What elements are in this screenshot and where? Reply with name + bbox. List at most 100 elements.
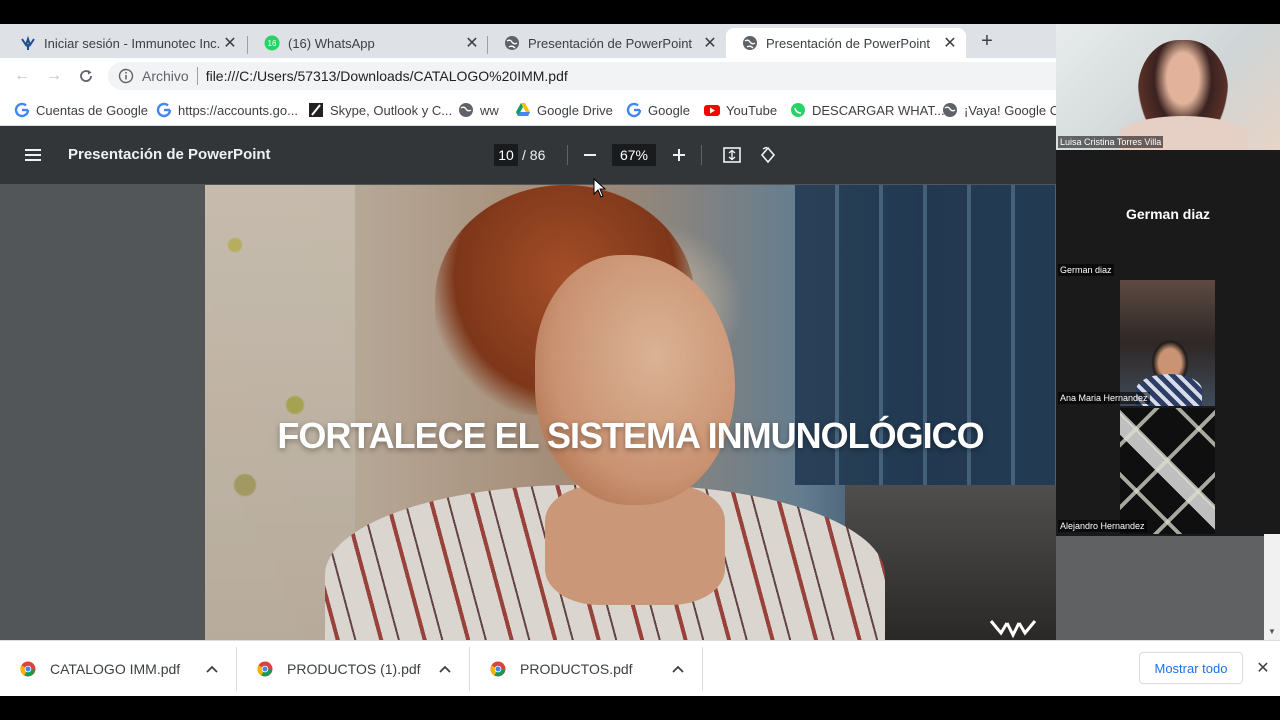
google-icon xyxy=(14,102,30,118)
chrome-icon xyxy=(20,661,36,677)
mouse-cursor-icon xyxy=(593,177,607,198)
participant-tile[interactable]: Luisa Cristina Torres Villa xyxy=(1056,24,1280,150)
chevron-up-icon[interactable] xyxy=(202,659,222,679)
immunotec-logo-icon xyxy=(987,615,1039,640)
tab-powerpoint-1[interactable]: Presentación de PowerPoint ✕ xyxy=(488,28,726,58)
drive-icon xyxy=(515,102,531,118)
bookmark-google[interactable]: Google xyxy=(626,100,690,120)
scroll-down-icon[interactable]: ▼ xyxy=(1268,627,1276,636)
chevron-up-icon[interactable] xyxy=(668,659,688,679)
bookmark-label: YouTube xyxy=(726,102,778,118)
empty-tile xyxy=(1056,536,1280,640)
participant-name: German diaz xyxy=(1058,264,1114,276)
pdf-viewer[interactable]: FORTALECE EL SISTEMA INMUNOLÓGICO xyxy=(0,184,1056,640)
bookmark-youtube[interactable]: YouTube xyxy=(704,100,777,120)
new-tab-button[interactable]: + xyxy=(976,30,998,52)
bookmark-label: DESCARGAR WHAT... xyxy=(812,102,945,118)
slide-title: FORTALECE EL SISTEMA INMUNOLÓGICO xyxy=(277,415,984,456)
bookmark-label: Google Drive xyxy=(537,102,613,118)
chrome-icon xyxy=(490,661,506,677)
bookmark-descargar-whatsapp[interactable]: DESCARGAR WHAT... xyxy=(790,100,945,120)
pdf-page-slide: FORTALECE EL SISTEMA INMUNOLÓGICO xyxy=(205,185,1056,640)
info-icon[interactable] xyxy=(118,68,134,84)
close-icon[interactable]: ✕ xyxy=(1254,659,1272,677)
bookmark-skype[interactable]: Skype, Outlook y C... xyxy=(308,100,452,120)
download-item[interactable]: PRODUCTOS (1).pdf xyxy=(237,641,469,697)
globe-icon xyxy=(942,102,958,118)
participant-video xyxy=(1120,280,1215,406)
show-all-downloads-button[interactable]: Mostrar todo xyxy=(1139,652,1243,684)
bookmark-ww[interactable]: ww xyxy=(458,100,499,120)
bookmark-label: Skype, Outlook y C... xyxy=(330,102,453,118)
close-icon[interactable]: ✕ xyxy=(940,33,960,53)
bookmarks-bar: Cuentas de Google https://accounts.go...… xyxy=(0,94,1066,126)
tab-immunotec[interactable]: Iniciar sesión - Immunotec Inc. ✕ xyxy=(4,28,246,58)
tab-powerpoint-2[interactable]: Presentación de PowerPoint ✕ xyxy=(726,28,966,58)
pdf-toolbar: Presentación de PowerPoint 10 / 86 67% xyxy=(0,126,1056,184)
bookmark-label: Cuentas de Google xyxy=(36,102,149,118)
back-arrow-icon[interactable]: ← xyxy=(12,66,32,86)
tab-strip: Iniciar sesión - Immunotec Inc. ✕ 16 (16… xyxy=(0,24,1056,58)
toolbar-divider xyxy=(701,145,702,165)
participant-name: Luisa Cristina Torres Villa xyxy=(1058,136,1164,148)
immunotec-icon xyxy=(20,35,36,51)
tab-whatsapp[interactable]: 16 (16) WhatsApp ✕ xyxy=(248,28,488,58)
tab-label: Presentación de PowerPoint xyxy=(766,35,931,51)
participant-tile[interactable]: Alejandro Hernandez xyxy=(1056,408,1280,534)
bookmark-label: ¡Vaya! Google Ch xyxy=(964,102,1067,118)
pdf-title: Presentación de PowerPoint xyxy=(68,146,271,163)
participant-name: Alejandro Hernandez xyxy=(1058,520,1147,532)
whatsapp-icon xyxy=(790,102,806,118)
page-total: / 86 xyxy=(522,147,546,163)
bookmark-label: ww xyxy=(480,102,499,118)
download-item[interactable]: CATALOGO IMM.pdf xyxy=(0,641,236,697)
zoom-out-icon[interactable] xyxy=(578,143,602,167)
chevron-up-icon[interactable] xyxy=(435,659,455,679)
top-black-strip xyxy=(0,0,1280,24)
globe-icon xyxy=(504,35,520,51)
close-icon[interactable]: ✕ xyxy=(220,33,240,53)
forward-arrow-icon[interactable]: → xyxy=(44,66,64,86)
zoom-in-icon[interactable] xyxy=(667,143,691,167)
scheme-label: Archivo xyxy=(142,68,189,84)
participant-name: Ana Maria Hernandez xyxy=(1058,392,1150,404)
whatsapp-badge: 16 xyxy=(268,39,277,48)
participant-display-name: German diaz xyxy=(1125,206,1211,222)
bookmark-label: Google xyxy=(648,102,690,118)
zoom-input[interactable]: 67% xyxy=(612,144,656,166)
skype-icon xyxy=(308,102,324,118)
url-text[interactable]: file:///C:/Users/57313/Downloads/CATALOG… xyxy=(206,68,568,84)
page-number-input[interactable]: 10 xyxy=(494,144,518,166)
chrome-icon xyxy=(257,661,273,677)
youtube-icon xyxy=(704,102,720,118)
reload-icon[interactable] xyxy=(76,66,96,86)
participant-video-pattern xyxy=(1120,408,1215,534)
tab-label: Presentación de PowerPoint xyxy=(528,35,693,51)
whatsapp-icon: 16 xyxy=(264,35,280,51)
tab-label: (16) WhatsApp xyxy=(288,35,375,51)
globe-icon xyxy=(458,102,474,118)
rotate-icon[interactable] xyxy=(756,143,780,167)
video-panel-scrollbar[interactable]: ▼ xyxy=(1264,534,1280,640)
google-icon xyxy=(156,102,172,118)
participant-tile[interactable]: Ana Maria Hernandez xyxy=(1056,280,1280,406)
menu-icon[interactable] xyxy=(24,146,42,164)
bookmark-vaya-google[interactable]: ¡Vaya! Google Ch xyxy=(942,100,1066,120)
download-filename: PRODUCTOS.pdf xyxy=(520,661,633,677)
slide-overlay xyxy=(205,185,1056,640)
globe-icon xyxy=(742,35,758,51)
fit-page-icon[interactable] xyxy=(720,143,744,167)
participant-tile[interactable]: German diaz German diaz xyxy=(1056,152,1280,278)
download-filename: PRODUCTOS (1).pdf xyxy=(287,661,421,677)
toolbar-divider xyxy=(567,145,568,165)
download-item[interactable]: PRODUCTOS.pdf xyxy=(470,641,702,697)
bottom-black-strip xyxy=(0,696,1280,720)
download-filename: CATALOGO IMM.pdf xyxy=(50,661,181,677)
bookmark-accounts[interactable]: https://accounts.go... xyxy=(156,100,298,120)
bookmark-google-drive[interactable]: Google Drive xyxy=(515,100,613,120)
download-divider xyxy=(702,647,703,691)
bookmark-cuentas-google[interactable]: Cuentas de Google xyxy=(14,100,148,120)
close-icon[interactable]: ✕ xyxy=(462,33,482,53)
address-bar[interactable]: Archivo file:///C:/Users/57313/Downloads… xyxy=(108,62,1056,90)
close-icon[interactable]: ✕ xyxy=(700,33,720,53)
